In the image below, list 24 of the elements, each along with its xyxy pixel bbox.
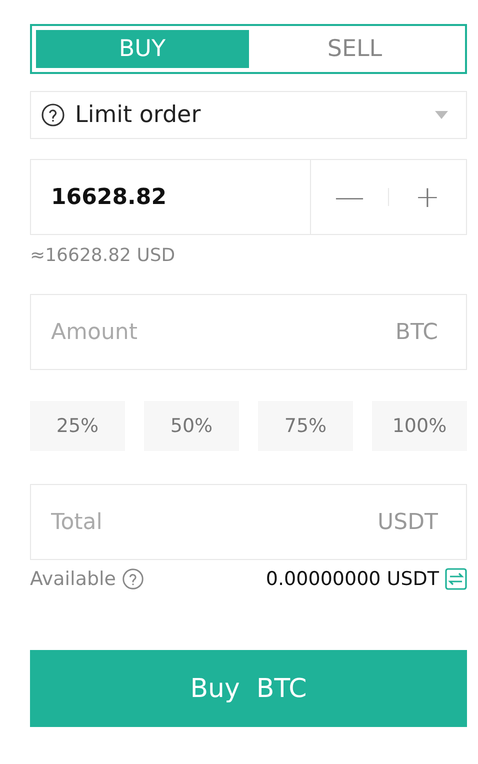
- price-input[interactable]: 16628.82: [31, 160, 310, 234]
- percent-button[interactable]: 50%: [144, 401, 239, 451]
- total-unit: USDT: [378, 510, 439, 534]
- total-input[interactable]: Total: [31, 485, 378, 559]
- percent-button[interactable]: 100%: [372, 401, 467, 451]
- amount-input[interactable]: Amount: [31, 295, 396, 369]
- buy-button[interactable]: Buy BTC: [30, 650, 467, 727]
- percent-button[interactable]: 75%: [258, 401, 353, 451]
- order-type-label: Limit order: [75, 102, 202, 128]
- amount-field[interactable]: Amount BTC: [30, 294, 467, 370]
- total-field[interactable]: Total USDT: [30, 484, 467, 560]
- available-label: Available: [30, 568, 116, 590]
- order-type-dropdown[interactable]: Limit order: [30, 91, 467, 139]
- caret-icon: [435, 111, 448, 119]
- increment-button[interactable]: +: [389, 178, 466, 216]
- transfer-icon[interactable]: [445, 568, 467, 590]
- help-icon[interactable]: [41, 103, 65, 127]
- percent-button[interactable]: 25%: [30, 401, 125, 451]
- available-balance: 0.00000000 USDT: [266, 568, 439, 590]
- amount-unit: BTC: [395, 320, 439, 344]
- side-tab[interactable]: BUY: [36, 30, 248, 68]
- price-field[interactable]: 16628.82 — +: [30, 159, 467, 235]
- price-estimate: ≈16628.82 USD: [30, 245, 176, 266]
- decrement-button[interactable]: —: [311, 178, 388, 216]
